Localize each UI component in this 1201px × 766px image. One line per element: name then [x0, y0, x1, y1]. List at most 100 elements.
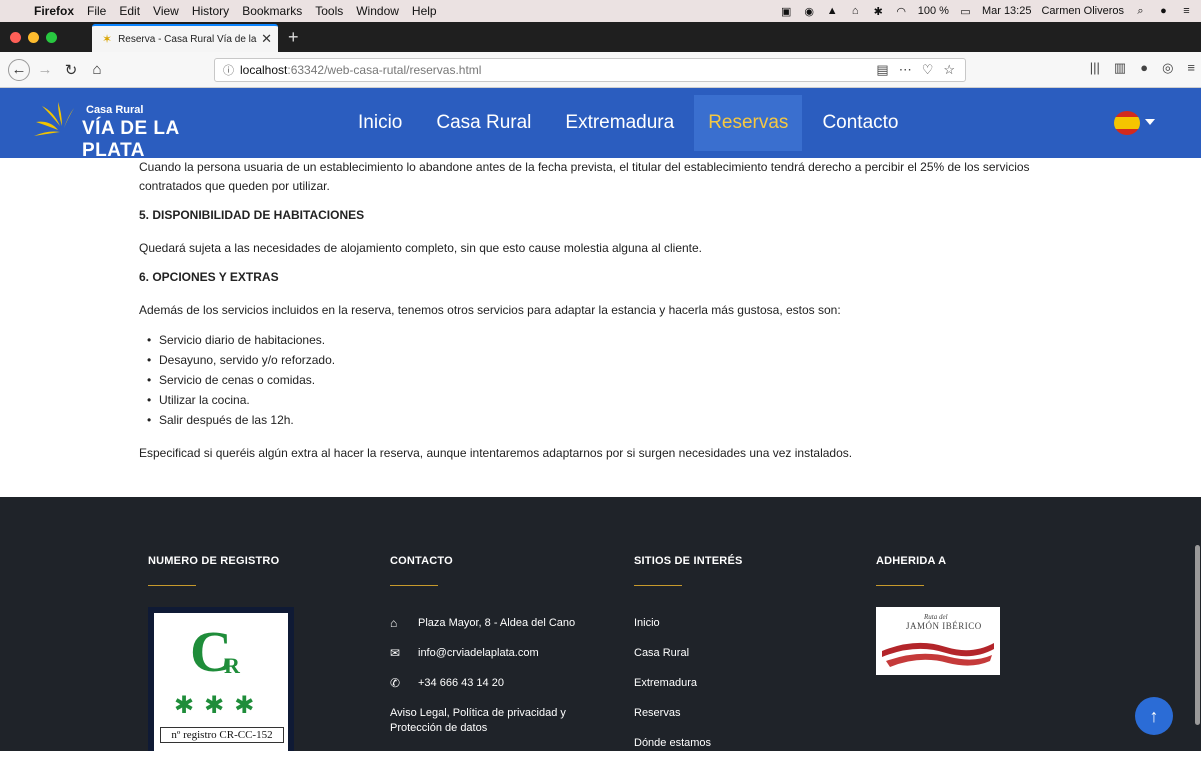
- list-item: Servicio de cenas o comidas.: [139, 370, 1079, 390]
- back-icon[interactable]: ←: [8, 58, 30, 81]
- section-5-text: Quedará sujeta a las necesidades de aloj…: [139, 241, 703, 255]
- status-area: ▣ ◉ ▲ ⌂ ✱ ◠ 100 % ▭ Mar 13:25 Carmen Oli…: [780, 5, 1201, 18]
- maximize-window-icon[interactable]: [46, 31, 57, 43]
- menu-help[interactable]: Help: [412, 4, 437, 18]
- cancellation-paragraph: Cuando la persona usuaria de un establec…: [139, 160, 1030, 193]
- nav-extremadura[interactable]: Extremadura: [551, 95, 688, 151]
- extras-list: Servicio diario de habitaciones. Desayun…: [139, 330, 1079, 430]
- library-icon[interactable]: |||: [1090, 60, 1100, 76]
- sidebar-icon[interactable]: ▥: [1114, 60, 1126, 76]
- footer-link-donde-estamos[interactable]: Dónde estamos: [634, 736, 743, 751]
- section-6-heading: 6. OPCIONES Y EXTRAS: [139, 270, 279, 284]
- creative-cloud-icon[interactable]: ◉: [803, 5, 816, 18]
- title-underline: [148, 585, 196, 586]
- tab-strip: ✶ Reserva - Casa Rural Vía de la P ✕ +: [0, 22, 1201, 52]
- browser-toolbar: ← → ↻ ⌂ ⓘ localhost :63342/web-casa-ruta…: [0, 52, 1201, 88]
- siri-icon[interactable]: ●: [1157, 5, 1170, 18]
- list-item: Desayuno, servido y/o reforzado.: [139, 350, 1079, 370]
- menu-history[interactable]: History: [192, 4, 229, 18]
- site-logo[interactable]: Casa Rural VÍA DE LA PLATA: [30, 96, 200, 161]
- main-nav: Inicio Casa Rural Extremadura Reservas C…: [344, 88, 918, 158]
- bluetooth-icon[interactable]: ✱: [872, 5, 885, 18]
- ham-stripes-icon: [882, 642, 994, 667]
- reader-view-icon[interactable]: ▤: [876, 62, 888, 78]
- menu-view[interactable]: View: [153, 4, 179, 18]
- home-icon[interactable]: ⌂: [86, 59, 108, 81]
- scrollbar[interactable]: [1195, 545, 1200, 725]
- membership-title: ADHERIDA A: [876, 555, 947, 567]
- title-underline: [634, 585, 682, 586]
- reservation-terms: Cuando la persona usuaria de un establec…: [139, 158, 1079, 473]
- battery-icon[interactable]: ▭: [959, 5, 972, 18]
- ruta-jamon-iberico-logo[interactable]: Ruta del JAMÓN IBÉRICO: [876, 607, 1000, 675]
- wifi-icon[interactable]: ◠: [895, 5, 908, 18]
- logo-line-1: Casa Rural: [86, 104, 144, 116]
- page-actions-icon[interactable]: ⋯: [899, 62, 912, 78]
- footer-link-casa-rural[interactable]: Casa Rural: [634, 646, 743, 661]
- title-underline: [390, 585, 438, 586]
- list-item: Servicio diario de habitaciones.: [139, 330, 1079, 350]
- bookmark-star-icon[interactable]: ☆: [943, 62, 955, 78]
- sun-logo-icon: [34, 102, 74, 136]
- nav-casa-rural[interactable]: Casa Rural: [422, 95, 545, 151]
- menu-hamburger-icon[interactable]: ≡: [1187, 60, 1195, 76]
- clock[interactable]: Mar 13:25: [982, 5, 1032, 17]
- reload-icon[interactable]: ↻: [60, 59, 82, 81]
- menu-file[interactable]: File: [87, 4, 106, 18]
- notification-center-icon[interactable]: ≡: [1180, 5, 1193, 18]
- lock-icon[interactable]: ⌂: [849, 5, 862, 18]
- address-item: ⌂ Plaza Mayor, 8 - Aldea del Cano: [390, 616, 576, 630]
- list-item: Utilizar la cocina.: [139, 390, 1079, 410]
- nav-inicio[interactable]: Inicio: [344, 95, 416, 151]
- nav-reservas[interactable]: Reservas: [694, 95, 803, 151]
- battery-percent: 100 %: [917, 5, 949, 17]
- spain-flag-icon[interactable]: [1114, 111, 1140, 135]
- menu-tools[interactable]: Tools: [315, 4, 343, 18]
- user-name[interactable]: Carmen Oliveros: [1041, 5, 1124, 17]
- footer-membership: ADHERIDA A: [876, 555, 946, 586]
- spotlight-icon[interactable]: ⌕: [1134, 5, 1147, 18]
- close-window-icon[interactable]: [10, 31, 21, 43]
- menu-window[interactable]: Window: [356, 4, 399, 18]
- menu-bookmarks[interactable]: Bookmarks: [242, 4, 302, 18]
- close-tab-icon[interactable]: ✕: [261, 31, 272, 47]
- menu-edit[interactable]: Edit: [119, 4, 140, 18]
- url-bar[interactable]: ⓘ localhost :63342/web-casa-rutal/reserv…: [214, 58, 966, 82]
- legal-link[interactable]: Aviso Legal, Política de privacidad y Pr…: [390, 706, 580, 736]
- forward-icon[interactable]: →: [34, 59, 56, 81]
- pocket-icon[interactable]: ♡: [922, 62, 934, 78]
- back-to-top-button[interactable]: ↑: [1135, 697, 1173, 735]
- email-item[interactable]: ✉ info@crviadelaplata.com: [390, 646, 580, 661]
- section-5-heading: 5. DISPONIBILIDAD DE HABITACIONES: [139, 208, 365, 222]
- registration-badge: CR ✱✱✱ nº registro CR-CC-152: [148, 607, 294, 751]
- menu-app-name[interactable]: Firefox: [34, 4, 74, 18]
- phone-icon: ✆: [390, 676, 401, 690]
- extension-icon[interactable]: ●: [1140, 60, 1148, 76]
- url-host: localhost: [240, 63, 288, 77]
- favicon-icon: ✶: [102, 32, 113, 46]
- site-footer: NUMERO DE REGISTRO CR ✱✱✱ nº registro CR…: [0, 497, 1201, 751]
- site-header: Casa Rural VÍA DE LA PLATA Inicio Casa R…: [0, 88, 1201, 161]
- minimize-window-icon[interactable]: [28, 31, 39, 43]
- envelope-icon: ✉: [390, 646, 401, 660]
- home-icon: ⌂: [390, 616, 398, 630]
- account-icon[interactable]: ◎: [1162, 60, 1173, 76]
- nav-contacto[interactable]: Contacto: [808, 95, 912, 151]
- footer-contact: CONTACTO ⌂ Plaza Mayor, 8 - Aldea del Can…: [390, 555, 580, 751]
- tab-reserva[interactable]: ✶ Reserva - Casa Rural Vía de la P ✕: [92, 24, 278, 52]
- site-info-icon[interactable]: ⓘ: [223, 62, 234, 78]
- list-item: Salir después de las 12h.: [139, 410, 1079, 430]
- phone-item[interactable]: ✆ +34 666 43 14 20: [390, 676, 580, 691]
- window-controls: [0, 31, 92, 43]
- tab-title: Reserva - Casa Rural Vía de la P: [118, 33, 258, 45]
- graduation-icon[interactable]: ▲: [826, 5, 839, 18]
- language-caret-icon[interactable]: [1145, 119, 1155, 125]
- footer-link-extremadura[interactable]: Extremadura: [634, 676, 743, 691]
- new-tab-icon[interactable]: +: [288, 27, 299, 48]
- stars-icon: ✱✱✱: [174, 692, 265, 719]
- links-title: SITIOS DE INTERÉS: [634, 555, 743, 567]
- screen-icon[interactable]: ▣: [780, 5, 793, 18]
- footer-link-inicio[interactable]: Inicio: [634, 616, 743, 631]
- footer-links: SITIOS DE INTERÉS Inicio Casa Rural Extr…: [634, 555, 743, 766]
- footer-link-reservas[interactable]: Reservas: [634, 706, 743, 721]
